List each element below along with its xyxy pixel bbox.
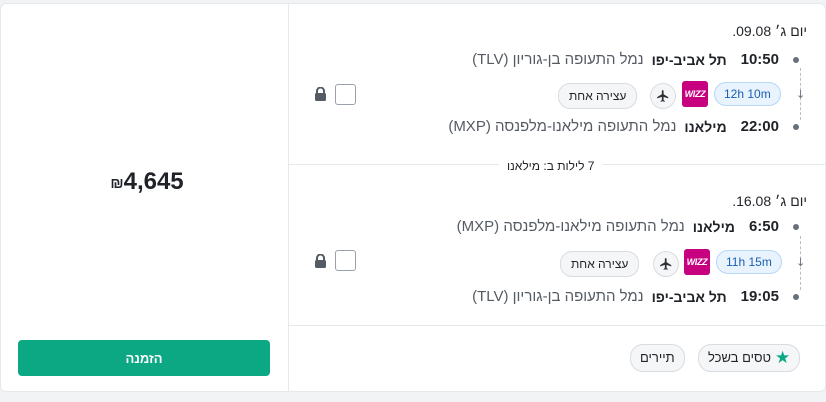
star-icon: ★ (775, 348, 791, 367)
select-inbound-checkbox[interactable] (335, 250, 356, 271)
departure-city: תל אביב-יפו (651, 51, 727, 68)
timeline-dot (785, 56, 807, 63)
stops-badge[interactable]: עצירה אחת (560, 251, 640, 277)
duration-badge: 12h 10m (714, 82, 781, 106)
outbound-departure-row: 10:50 תל אביב-יפו נמל התעופה בן-גוריון (… (472, 51, 807, 68)
timeline-dot (785, 293, 807, 300)
book-button[interactable]: הזמנה (18, 340, 270, 376)
arrival-time: 19:05 (740, 288, 779, 305)
outbound-arrival-row: 22:00 מילאנו נמל התעופה מילאנו-מלפנסה (M… (448, 118, 807, 135)
timeline-dot (785, 123, 807, 130)
smart-flight-label: טסים בשכל (708, 350, 772, 365)
currency-symbol: ₪ (110, 175, 124, 192)
lock-icon (314, 86, 327, 106)
nights-label: 7 לילות ב: מילאנו (499, 156, 603, 176)
tourists-tag[interactable]: תיירים (630, 344, 685, 372)
departure-airport: נמל התעופה מילאנו-מלפנסה (MXP) (456, 218, 685, 235)
down-arrow-icon: ↓ (796, 256, 806, 269)
price-amount: 4,645 (123, 168, 184, 195)
arrival-airport: נמל התעופה בן-גוריון (TLV) (472, 288, 644, 305)
wizz-air-logo-icon: WIZZ (684, 249, 710, 275)
price-column: ₪4,645 הזמנה (1, 4, 289, 391)
duration-badge: 11h 15m (716, 250, 782, 274)
airplane-icon (653, 251, 679, 277)
smart-flight-tag[interactable]: ★ טסים בשכל (698, 344, 801, 372)
departure-airport: נמל התעופה בן-גוריון (TLV) (472, 51, 644, 68)
lock-icon (314, 253, 327, 273)
timeline-dot (785, 223, 807, 230)
airplane-icon (650, 83, 676, 109)
arrival-airport: נמל התעופה מילאנו-מלפנסה (MXP) (448, 118, 677, 135)
departure-city: מילאנו (692, 218, 735, 235)
departure-time: 6:50 (748, 218, 779, 235)
down-arrow-icon: ↓ (796, 88, 806, 101)
arrival-time: 22:00 (740, 118, 779, 135)
select-outbound-checkbox[interactable] (335, 84, 356, 105)
flight-result-card: ₪4,645 הזמנה יום ג׳ 09.08. 10:50 תל אביב… (0, 3, 826, 392)
price: ₪4,645 (1, 168, 289, 196)
footer-divider (289, 325, 825, 326)
tourists-label: תיירים (640, 350, 675, 365)
inbound-date: יום ג׳ 16.08. (732, 193, 807, 209)
outbound-date: יום ג׳ 09.08. (732, 23, 807, 39)
wizz-air-logo-icon: WIZZ (682, 81, 708, 107)
inbound-departure-row: 6:50 מילאנו נמל התעופה מילאנו-מלפנסה (MX… (457, 218, 807, 235)
inbound-arrival-row: 19:05 תל אביב-יפו נמל התעופה בן-גוריון (… (472, 288, 807, 305)
stops-badge[interactable]: עצירה אחת (558, 83, 638, 109)
arrival-city: מילאנו (684, 118, 727, 135)
arrival-city: תל אביב-יפו (651, 288, 727, 305)
departure-time: 10:50 (740, 51, 779, 68)
